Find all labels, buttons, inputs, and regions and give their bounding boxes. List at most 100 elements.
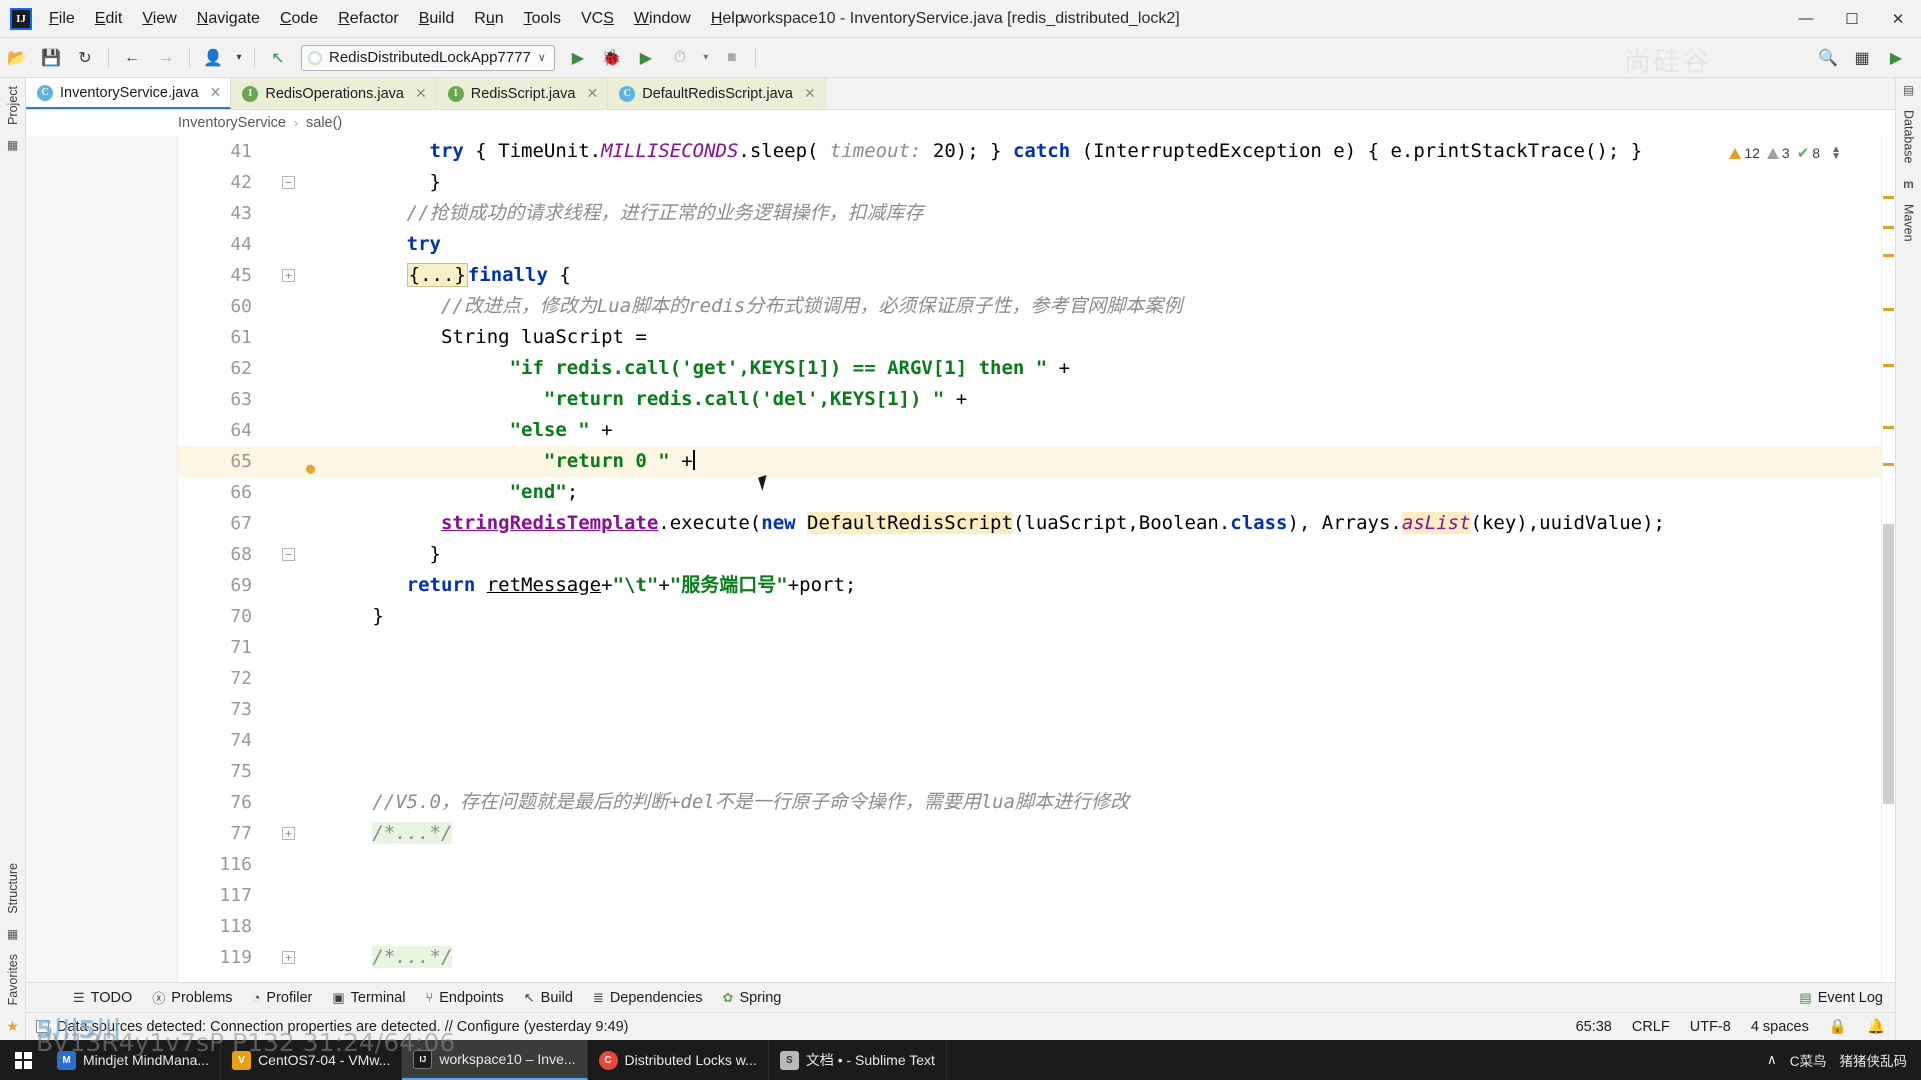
code-line[interactable]: 118	[178, 911, 1881, 942]
menu-help[interactable]: Help	[702, 5, 753, 33]
code-line[interactable]: 119 + /*...*/	[178, 942, 1881, 973]
close-button[interactable]: ✕	[1875, 0, 1921, 38]
code-line[interactable]: 60 //改进点，修改为Lua脚本的redis分布式锁调用，必须保证原子性，参考…	[178, 291, 1881, 322]
code-line[interactable]: 63 "return redis.call('del',KEYS[1]) " +	[178, 384, 1881, 415]
code-line[interactable]: 44 try	[178, 229, 1881, 260]
sidebar-item-favorites[interactable]: Favorites	[6, 946, 20, 1013]
menu-file[interactable]: File	[40, 5, 84, 33]
tab-redisscript[interactable]: I RedisScript.java ✕	[436, 78, 609, 109]
tab-redisoperations[interactable]: I RedisOperations.java ✕	[231, 78, 437, 109]
project-grid-icon[interactable]: ▦	[7, 138, 18, 152]
navigate-forward-icon[interactable]: →	[152, 44, 180, 72]
lock-icon[interactable]: 🔒	[1829, 1018, 1847, 1035]
menu-view[interactable]: View	[133, 5, 185, 33]
close-icon[interactable]: ✕	[587, 85, 599, 102]
tool-profiler[interactable]: ◔ Profiler	[244, 986, 322, 1010]
menu-refactor[interactable]: Refactor	[329, 5, 407, 33]
maximize-button[interactable]: ☐	[1829, 0, 1875, 38]
code-editor[interactable]: 41 try { TimeUnit.MILLISECONDS.sleep( ti…	[26, 136, 1895, 982]
code-line[interactable]: 42 − }	[178, 167, 1881, 198]
menu-navigate[interactable]: Navigate	[188, 5, 269, 33]
menu-run[interactable]: Run	[465, 5, 512, 33]
marker[interactable]	[1883, 364, 1894, 367]
run-more-caret-icon[interactable]: ▾	[700, 44, 712, 72]
scroll-down-icon[interactable]: ▼	[1831, 152, 1841, 162]
open-folder-icon[interactable]: 📂	[3, 44, 31, 72]
code-line[interactable]: 61 String luaScript =	[178, 322, 1881, 353]
menu-edit[interactable]: Edit	[86, 5, 132, 33]
notification-play-icon[interactable]: ▶	[1882, 44, 1910, 72]
minimize-button[interactable]: —	[1783, 0, 1829, 38]
tool-spring[interactable]: ✿ Spring	[714, 986, 791, 1010]
build-project-icon[interactable]: ↖	[264, 44, 292, 72]
code-line[interactable]: 117	[178, 880, 1881, 911]
caret-position[interactable]: 65:38	[1576, 1019, 1612, 1035]
marker[interactable]	[1883, 254, 1894, 257]
code-line[interactable]: 66 "end";	[178, 477, 1881, 508]
stop-button[interactable]: ■	[718, 44, 746, 72]
close-icon[interactable]: ✕	[415, 85, 427, 102]
code-line[interactable]: 71	[178, 632, 1881, 663]
database-grid-icon[interactable]: ▤	[1903, 83, 1914, 97]
code-line[interactable]: 77 + /*...*/	[178, 818, 1881, 849]
code-line[interactable]: 116	[178, 849, 1881, 880]
code-line[interactable]: 75	[178, 756, 1881, 787]
file-encoding[interactable]: UTF-8	[1690, 1019, 1731, 1035]
navigate-back-icon[interactable]: ←	[118, 44, 146, 72]
editor-scrollbar-thumb[interactable]	[1883, 524, 1894, 804]
code-line[interactable]: 70 }	[178, 601, 1881, 632]
tool-build[interactable]: ↖ Build	[515, 986, 582, 1010]
start-button[interactable]	[0, 1040, 46, 1080]
maven-m-icon[interactable]: m	[1903, 177, 1914, 191]
tab-defaultredisscript[interactable]: C DefaultRedisScript.java ✕	[608, 78, 826, 109]
profile-icon[interactable]: 👤	[199, 44, 227, 72]
menu-vcs[interactable]: VCS	[572, 5, 623, 33]
search-everywhere-icon[interactable]: 🔍	[1814, 44, 1842, 72]
tab-inventoryservice[interactable]: C InventoryService.java ✕	[26, 78, 232, 109]
sidebar-item-structure[interactable]: Structure	[6, 855, 20, 922]
marker[interactable]	[1883, 308, 1894, 311]
code-line[interactable]: 65 ● "return 0 " +	[178, 446, 1881, 477]
menu-window[interactable]: Window	[625, 5, 700, 33]
sidebar-item-maven[interactable]: Maven	[1902, 196, 1916, 250]
inspection-nav-arrows[interactable]: ▲ ▼	[1831, 145, 1841, 162]
structure-grid-icon[interactable]: ▦	[7, 927, 18, 941]
tool-todo[interactable]: ☰ TODO	[64, 986, 141, 1010]
code-line[interactable]: 45 + {...} finally {	[178, 260, 1881, 291]
debug-button[interactable]: 🐞	[598, 44, 626, 72]
sidebar-item-project[interactable]: Project	[6, 78, 20, 133]
sidebar-item-database[interactable]: Database	[1902, 102, 1916, 172]
fold-toggle-icon[interactable]: −	[282, 548, 295, 561]
close-icon[interactable]: ✕	[804, 85, 816, 102]
menu-code[interactable]: Code	[271, 5, 327, 33]
marker[interactable]	[1883, 463, 1894, 466]
breadcrumb-method[interactable]: sale()	[306, 115, 342, 131]
run-with-coverage-button[interactable]: ▶	[632, 44, 660, 72]
fold-toggle-icon[interactable]: +	[282, 827, 295, 840]
tool-event-log[interactable]: Event Log	[1818, 990, 1883, 1006]
taskbar-item-intellij[interactable]: IJ workspace10 – Inve...	[402, 1040, 588, 1080]
code-line[interactable]: 62 "if redis.call('get',KEYS[1]) == ARGV…	[178, 353, 1881, 384]
profile-caret-icon[interactable]: ▾	[233, 44, 245, 72]
editor-gutter[interactable]	[26, 136, 178, 982]
code-line[interactable]: 69 return retMessage+"\t"+"服务端口号"+port;	[178, 570, 1881, 601]
tray-expand-icon[interactable]: ∧	[1767, 1052, 1777, 1068]
bell-icon[interactable]: 🔔	[1867, 1018, 1885, 1035]
run-configuration-selector[interactable]: RedisDistributedLockApp7777 ∨	[301, 44, 555, 71]
run-button[interactable]: ▶	[564, 44, 592, 72]
tool-problems[interactable]: ⓧ Problems	[143, 984, 241, 1011]
inspection-widget[interactable]: 12 3 ✔ 8 ▲ ▼	[1729, 144, 1841, 162]
code-content-area[interactable]: 41 try { TimeUnit.MILLISECONDS.sleep( ti…	[178, 136, 1881, 982]
tool-endpoints[interactable]: ⑂ Endpoints	[416, 986, 512, 1010]
fold-toggle-icon[interactable]: +	[282, 269, 295, 282]
marker[interactable]	[1883, 226, 1894, 229]
fold-toggle-icon[interactable]: −	[282, 176, 295, 189]
code-line[interactable]: 64 "else " +	[178, 415, 1881, 446]
layout-settings-icon[interactable]: ▦	[1848, 44, 1876, 72]
sync-icon[interactable]: ↻	[71, 44, 99, 72]
code-line[interactable]: 68 − }	[178, 539, 1881, 570]
taskbar-item-chrome[interactable]: C Distributed Locks w...	[588, 1040, 769, 1080]
code-line[interactable]: 76 //V5.0，存在问题就是最后的判断+del不是一行原子命令操作，需要用l…	[178, 787, 1881, 818]
tool-terminal[interactable]: ▣ Terminal	[323, 986, 414, 1010]
star-icon[interactable]: ★	[6, 1018, 19, 1035]
